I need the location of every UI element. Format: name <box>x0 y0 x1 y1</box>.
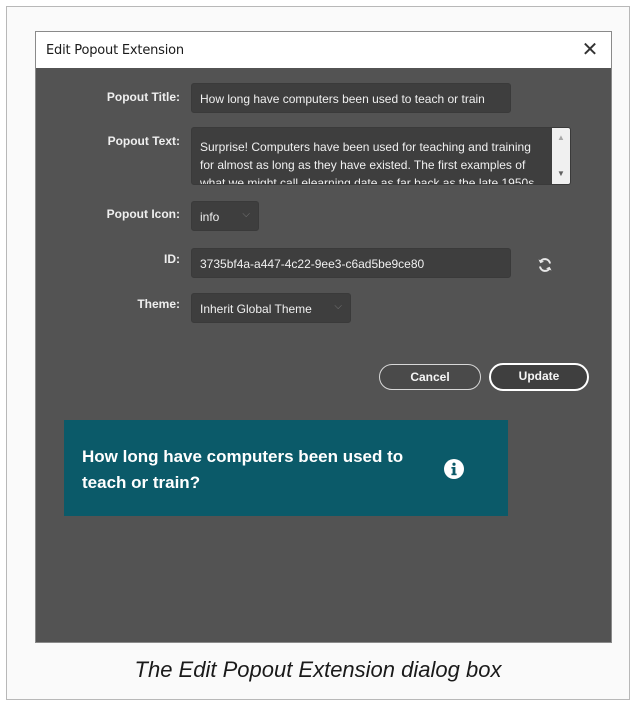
theme-select[interactable]: Inherit Global Theme ⌵ <box>191 293 351 323</box>
info-icon[interactable] <box>443 458 465 480</box>
theme-label: Theme: <box>137 297 180 311</box>
dialog-title: Edit Popout Extension <box>46 43 184 58</box>
id-value: 3735bf4a-a447-4c22-9ee3-c6ad5be9ce80 <box>200 257 425 271</box>
popout-title-input[interactable]: How long have computers been used to tea… <box>191 83 511 113</box>
id-input[interactable]: 3735bf4a-a447-4c22-9ee3-c6ad5be9ce80 <box>191 248 511 278</box>
chevron-down-icon: ⌵ <box>334 301 342 312</box>
scroll-up-arrow-icon[interactable]: ▲ <box>552 130 570 146</box>
theme-value: Inherit Global Theme <box>200 302 312 316</box>
update-button[interactable]: Update <box>489 363 589 391</box>
close-icon[interactable]: ✕ <box>579 38 601 60</box>
popout-preview-title: How long have computers been used to tea… <box>82 447 404 492</box>
popout-title-label: Popout Title: <box>106 90 180 104</box>
edit-popout-dialog: Edit Popout Extension ✕ Popout Title: Ho… <box>35 31 612 643</box>
scroll-down-arrow-icon[interactable]: ▼ <box>552 166 570 182</box>
popout-text-textarea[interactable]: Surprise! Computers have been used for t… <box>191 127 571 185</box>
chevron-down-icon: ⌵ <box>242 209 250 220</box>
popout-icon-label: Popout Icon: <box>106 207 180 221</box>
popout-text-label: Popout Text: <box>107 134 180 148</box>
cancel-button[interactable]: Cancel <box>379 364 481 390</box>
popout-text-value: Surprise! Computers have been used for t… <box>200 140 538 185</box>
popout-preview[interactable]: How long have computers been used to tea… <box>64 420 508 516</box>
refresh-icon[interactable] <box>537 257 553 273</box>
id-label: ID: <box>164 252 180 266</box>
dialog-titlebar: Edit Popout Extension ✕ <box>36 32 611 68</box>
figure-caption: The Edit Popout Extension dialog box <box>134 657 502 682</box>
popout-text-scrollbar[interactable]: ▲ ▼ <box>552 128 570 184</box>
popout-title-value: How long have computers been used to tea… <box>200 92 485 106</box>
popout-icon-select[interactable]: info ⌵ <box>191 201 259 231</box>
popout-icon-value: info <box>200 210 220 224</box>
